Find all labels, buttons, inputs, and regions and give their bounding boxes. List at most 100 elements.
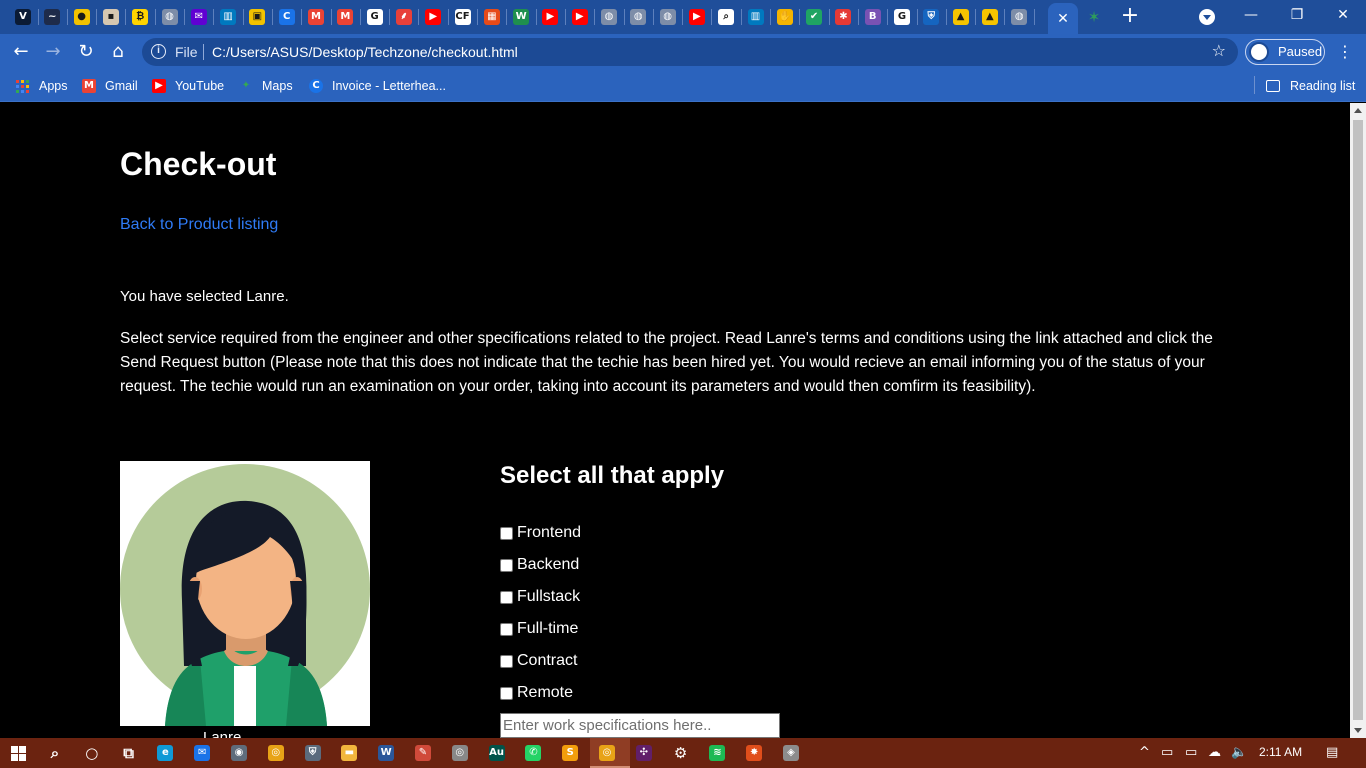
profile-button[interactable]: Paused [1245,39,1325,65]
taskbar-app[interactable]: ○ [81,742,103,764]
browser-tab[interactable]: ▦ [478,4,506,30]
restore-icon[interactable]: ❐ [1274,0,1320,32]
option-backend[interactable]: Backend [500,554,579,576]
browser-tab[interactable]: ⸙ [390,4,418,30]
browser-tab[interactable]: ◍ [624,4,652,30]
browser-tab[interactable]: ● [68,4,96,30]
reload-icon[interactable]: ↻ [73,39,99,65]
browser-tab[interactable]: ▥ [742,4,770,30]
option-remote[interactable]: Remote [500,682,573,704]
browser-tab[interactable]: CF [449,4,477,30]
taskbar-app[interactable]: ▬ [338,742,360,764]
browser-tab[interactable]: ⛨ [917,4,945,30]
checkbox[interactable] [500,526,513,540]
browser-tab[interactable]: ▶ [683,4,711,30]
network-icon[interactable]: ▭ [1161,745,1173,760]
browser-tab[interactable]: M [331,4,359,30]
taskbar-app[interactable]: ✆ [522,742,544,764]
taskbar-app[interactable]: ⚙ [670,742,692,764]
taskbar-app[interactable]: ◎ [449,742,471,764]
active-tab[interactable]: ✕ [1048,3,1078,34]
browser-tab[interactable]: B [859,4,887,30]
scroll-up-arrow-icon[interactable] [1354,108,1362,113]
url-text[interactable]: C:/Users/ASUS/Desktop/Techzone/checkout.… [212,44,518,60]
reading-list-button[interactable]: Reading list [1266,76,1355,96]
option-fullstack[interactable]: Fullstack [500,586,580,608]
option-full-time[interactable]: Full-time [500,618,578,640]
browser-tab[interactable]: ◍ [1005,4,1033,30]
browser-tab[interactable]: ▪ [97,4,125,30]
back-arrow-icon[interactable]: ← [8,39,34,65]
browser-tab[interactable]: ◍ [595,4,623,30]
close-icon[interactable]: ✕ [1057,11,1069,27]
browser-tab[interactable]: ◍ [654,4,682,30]
browser-tab[interactable]: ₿ [126,4,154,30]
taskbar-app[interactable]: ≋ [706,742,728,764]
menu-kebab-icon[interactable]: ⋮ [1337,39,1353,65]
new-tab-plus-icon[interactable]: + [1118,5,1142,29]
browser-tab[interactable]: ▲ [976,4,1004,30]
onedrive-cloud-icon[interactable]: ☁ [1208,745,1221,760]
checkbox[interactable] [500,654,513,668]
browser-tab[interactable]: M [302,4,330,30]
checkbox[interactable] [500,558,513,572]
taskbar-app[interactable]: ⧉ [118,742,140,764]
taskbar-app[interactable]: ◈ [780,742,802,764]
browser-tab[interactable]: V [9,4,37,30]
browser-tab[interactable]: ▶ [419,4,447,30]
taskbar-app[interactable]: ✉ [191,742,213,764]
browser-tab[interactable]: C [273,4,301,30]
notifications-icon[interactable]: ▤ [1326,745,1338,760]
browser-tab[interactable]: G [888,4,916,30]
window-close-icon[interactable]: ✕ [1320,0,1366,32]
volume-icon[interactable]: 🔈 [1231,745,1247,760]
taskbar-app[interactable]: ⛨ [302,742,324,764]
back-to-listing-link[interactable]: Back to Product listing [120,216,278,234]
option-contract[interactable]: Contract [500,650,577,672]
taskbar-app[interactable]: ◎ [596,742,618,764]
browser-tab[interactable]: ▲ [947,4,975,30]
browser-tab[interactable]: ▶ [566,4,594,30]
scroll-down-arrow-icon[interactable] [1354,728,1362,733]
home-icon[interactable]: ⌂ [105,39,131,65]
tray-chevron-icon[interactable]: ^ [1139,745,1150,760]
bookmark-item[interactable]: Apps [16,76,68,96]
taskbar-app[interactable]: ◉ [228,742,250,764]
forward-arrow-icon[interactable]: → [40,39,66,65]
windows-start-icon[interactable] [11,746,26,761]
checkbox[interactable] [500,686,513,700]
taskbar-app[interactable]: ◎ [265,742,287,764]
browser-tab[interactable]: ✔ [800,4,828,30]
page-scrollbar[interactable] [1350,103,1366,738]
minimize-icon[interactable]: — [1228,0,1274,32]
work-specifications-input[interactable] [500,713,780,738]
clock[interactable]: 2:11 AM [1259,745,1302,759]
browser-tab[interactable]: ▥ [214,4,242,30]
bookmark-item[interactable]: C Invoice - Letterhea... [309,76,446,96]
browser-tab[interactable]: ⌕ [712,4,740,30]
scrollbar-thumb[interactable] [1353,120,1363,720]
bookmark-item[interactable]: ✦ Maps [239,76,293,96]
bookmark-item[interactable]: M Gmail [82,76,138,96]
taskbar-app[interactable]: ✸ [743,742,765,764]
taskbar-app[interactable]: e [154,742,176,764]
browser-tab[interactable]: ▶ [536,4,564,30]
browser-tab[interactable]: ✉ [185,4,213,30]
option-frontend[interactable]: Frontend [500,522,581,544]
info-icon[interactable]: i [151,44,166,59]
battery-icon[interactable]: ▭ [1185,745,1197,760]
address-bar[interactable]: i File C:/Users/ASUS/Desktop/Techzone/ch… [142,38,1238,66]
taskbar-app[interactable]: ✣ [633,742,655,764]
checkbox[interactable] [500,622,513,636]
bookmark-item[interactable]: ▶ YouTube [152,76,224,96]
taskbar-app[interactable]: ⌕ [44,742,66,764]
bookmark-star-icon[interactable]: ☆ [1212,41,1226,60]
taskbar-app[interactable]: Au [486,742,508,764]
taskbar-app[interactable]: S [559,742,581,764]
browser-tab[interactable]: ✶ [1080,4,1108,30]
browser-tab[interactable]: ✱ [829,4,857,30]
browser-tab[interactable]: ◍ [156,4,184,30]
taskbar-app[interactable]: ✎ [412,742,434,764]
browser-tab[interactable]: ~ [38,4,66,30]
taskbar-app[interactable]: W [375,742,397,764]
